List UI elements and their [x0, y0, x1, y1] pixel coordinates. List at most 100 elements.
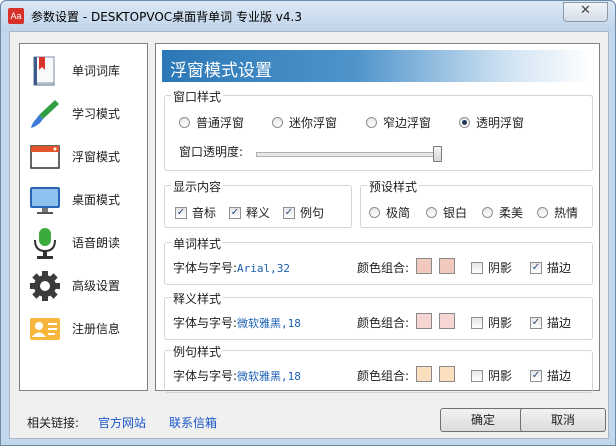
preset-style-group: 预设样式 极简 银白 柔美 热情 — [360, 178, 593, 228]
contact-email-link[interactable]: 联系信箱 — [169, 414, 217, 431]
word-style-group: 单词样式 字体与字号:Arial,32 颜色组合: 阴影 ✓ 描边 — [164, 235, 593, 285]
sidebar-item-label: 学习模式 — [72, 107, 121, 121]
cancel-button[interactable]: 取消 — [520, 408, 606, 432]
color-label: 颜色组合: — [357, 316, 410, 330]
ok-button[interactable]: 确定 — [440, 408, 526, 432]
font-value[interactable]: Arial,32 — [237, 262, 290, 275]
settings-panel: 浮窗模式设置 窗口样式 普通浮窗 迷你浮窗 窄边浮窗 透明浮窗 窗口透明度: 显… — [155, 43, 600, 393]
group-title: 显示内容 — [171, 178, 224, 195]
radio-dot[interactable] — [369, 207, 380, 218]
checkbox-stroke[interactable]: ✓ 描边 — [530, 367, 571, 384]
font-label: 字体与字号:Arial,32 — [173, 261, 291, 275]
microphone-icon — [34, 228, 56, 259]
font-value[interactable]: 微软雅黑,18 — [237, 370, 301, 383]
radio-normal-float[interactable]: 普通浮窗 — [179, 114, 244, 131]
sidebar-item-label: 单词词库 — [72, 64, 121, 78]
related-links-label: 相关链接: — [27, 416, 80, 430]
id-card-icon — [30, 318, 60, 340]
radio-label: 热情 — [554, 206, 579, 220]
book-icon — [33, 56, 55, 86]
close-button[interactable]: ✕ — [563, 2, 608, 22]
title-bar[interactable]: Aa 参数设置 - DESKTOPVOC桌面背单词 专业版 v4.3 ✕ — [1, 1, 615, 31]
preset-minimal[interactable]: 极简 — [369, 204, 410, 221]
checkbox-label: 例句 — [300, 206, 325, 220]
color-swatch-back[interactable] — [439, 258, 455, 274]
checkbox-label: 描边 — [547, 261, 572, 275]
color-swatch-fore[interactable] — [416, 313, 432, 329]
checkbox-label: 描边 — [547, 316, 572, 330]
checkbox-box[interactable]: ✓ — [229, 206, 241, 219]
radio-dot[interactable] — [426, 207, 437, 218]
sidebar-item-label: 注册信息 — [72, 322, 121, 336]
radio-label: 银白 — [443, 206, 468, 220]
checkbox-shadow[interactable]: 阴影 — [471, 367, 512, 384]
radio-label: 迷你浮窗 — [289, 116, 338, 130]
radio-dot[interactable] — [366, 117, 377, 128]
radio-label: 普通浮窗 — [196, 116, 245, 130]
sidebar-item-desktop-mode[interactable]: 桌面模式 — [20, 179, 147, 219]
color-swatch-back[interactable] — [439, 313, 455, 329]
preset-passion[interactable]: 热情 — [537, 204, 578, 221]
color-label: 颜色组合: — [357, 261, 410, 275]
sidebar-item-voice[interactable]: 语音朗读 — [20, 222, 147, 262]
opacity-slider-thumb[interactable] — [433, 146, 442, 162]
checkbox-example[interactable]: ✓ 例句 — [283, 204, 324, 221]
checkbox-definition[interactable]: ✓ 释义 — [229, 204, 270, 221]
radio-narrow-float[interactable]: 窄边浮窗 — [366, 114, 431, 131]
font-label: 字体与字号:微软雅黑,18 — [173, 316, 301, 330]
checkbox-box[interactable]: ✓ — [175, 206, 187, 219]
sidebar-item-float-mode[interactable]: 浮窗模式 — [20, 136, 147, 176]
group-title: 单词样式 — [171, 235, 224, 252]
radio-label: 透明浮窗 — [476, 116, 525, 130]
checkbox-stroke[interactable]: ✓ 描边 — [530, 314, 571, 331]
radio-dot-selected[interactable] — [459, 117, 470, 128]
official-site-link[interactable]: 官方网站 — [98, 414, 146, 431]
checkbox-box[interactable]: ✓ — [283, 206, 295, 219]
sidebar-item-vocabulary[interactable]: 单词词库 — [20, 50, 147, 90]
checkbox-box[interactable] — [471, 316, 483, 329]
group-title: 释义样式 — [171, 290, 224, 307]
checkbox-box[interactable]: ✓ — [530, 369, 542, 382]
radio-dot[interactable] — [179, 117, 190, 128]
settings-window: Aa 参数设置 - DESKTOPVOC桌面背单词 专业版 v4.3 ✕ 单词词… — [0, 0, 616, 446]
checkbox-box[interactable]: ✓ — [530, 316, 542, 329]
panel-header: 浮窗模式设置 — [162, 50, 592, 82]
preset-soft[interactable]: 柔美 — [482, 204, 523, 221]
checkbox-label: 阴影 — [488, 369, 513, 383]
panel-title: 浮窗模式设置 — [170, 61, 272, 81]
radio-mini-float[interactable]: 迷你浮窗 — [272, 114, 337, 131]
checkbox-label: 音标 — [192, 206, 217, 220]
group-title: 例句样式 — [171, 343, 224, 360]
radio-dot[interactable] — [482, 207, 493, 218]
checkbox-stroke[interactable]: ✓ 描边 — [530, 259, 571, 276]
checkbox-shadow[interactable]: 阴影 — [471, 259, 512, 276]
color-swatch-fore[interactable] — [416, 366, 432, 382]
radio-dot[interactable] — [272, 117, 283, 128]
checkbox-shadow[interactable]: 阴影 — [471, 314, 512, 331]
radio-dot[interactable] — [537, 207, 548, 218]
checkbox-phonetic[interactable]: ✓ 音标 — [175, 204, 216, 221]
color-swatch-back[interactable] — [439, 366, 455, 382]
radio-label: 极简 — [386, 206, 411, 220]
sidebar-item-advanced[interactable]: 高级设置 — [20, 265, 147, 305]
radio-transparent-float[interactable]: 透明浮窗 — [459, 114, 524, 131]
sidebar-item-label: 桌面模式 — [72, 193, 121, 207]
client-area: 单词词库 学习模式 浮窗模式 桌面模式 语音朗读 高级设置 注册信息 浮窗模式设… — [9, 31, 609, 439]
color-swatch-fore[interactable] — [416, 258, 432, 274]
sidebar-item-label: 高级设置 — [72, 279, 121, 293]
checkbox-box[interactable] — [471, 369, 483, 382]
sidebar-item-study-mode[interactable]: 学习模式 — [20, 93, 147, 133]
font-value[interactable]: 微软雅黑,18 — [237, 317, 301, 330]
group-title: 窗口样式 — [171, 88, 224, 105]
sidebar-item-registration[interactable]: 注册信息 — [20, 308, 147, 348]
radio-label: 柔美 — [499, 206, 524, 220]
group-title: 预设样式 — [367, 178, 420, 195]
checkbox-label: 描边 — [547, 369, 572, 383]
checkbox-box[interactable] — [471, 261, 483, 274]
brush-icon — [31, 100, 59, 128]
preset-silver[interactable]: 银白 — [426, 204, 467, 221]
radio-label: 窄边浮窗 — [383, 116, 432, 130]
opacity-slider-track[interactable] — [256, 152, 438, 157]
checkbox-box[interactable]: ✓ — [530, 261, 542, 274]
color-label: 颜色组合: — [357, 369, 410, 383]
